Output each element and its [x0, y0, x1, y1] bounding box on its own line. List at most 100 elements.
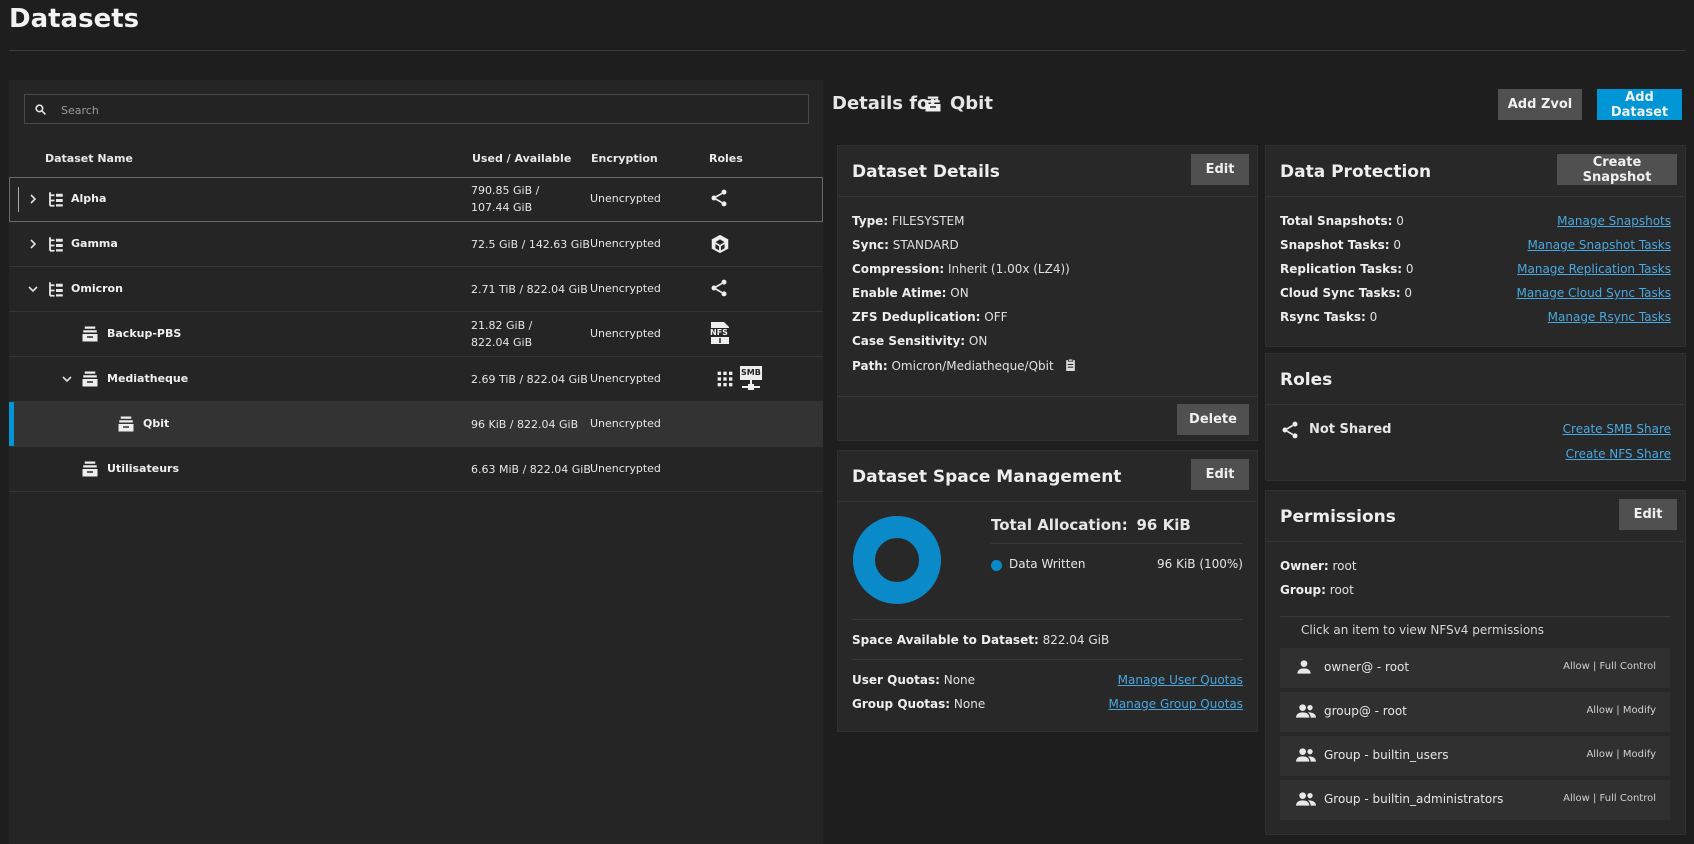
card-header: Dataset Details Edit	[838, 146, 1257, 197]
permission-value: Allow | Full Control	[1563, 661, 1656, 672]
total-allocation-value: 96 KiB	[1136, 516, 1191, 534]
pool-tree-icon	[49, 282, 63, 297]
group-icon	[1296, 704, 1316, 718]
dataset-encryption: Unencrypted	[590, 192, 661, 205]
table-row[interactable]: Mediatheque 2.69 TiB / 822.04 GiB Unencr…	[9, 357, 823, 402]
detail-path: Path: Omicron/Mediatheque/Qbit	[852, 358, 1077, 373]
table-row[interactable]: Backup-PBS 21.82 GiB /822.04 GiB Unencry…	[9, 312, 823, 357]
dataset-icon	[82, 326, 98, 342]
user-quotas: User Quotas: None	[852, 673, 976, 687]
divider	[852, 659, 1243, 660]
chevron-right-icon[interactable]	[25, 236, 41, 252]
dataset-used-available: 2.69 TiB / 822.04 GiB	[471, 373, 588, 386]
create-snapshot-button[interactable]: Create Snapshot	[1557, 154, 1677, 185]
nfs-label: NFS	[710, 328, 728, 337]
share-icon	[711, 189, 727, 207]
cloud-sync-tasks: Cloud Sync Tasks: 0	[1280, 286, 1413, 300]
create-smb-share-link[interactable]: Create SMB Share	[1563, 422, 1671, 436]
replication-tasks: Replication Tasks: 0	[1280, 262, 1414, 276]
share-icon	[711, 279, 727, 297]
donut-data-written	[853, 516, 941, 604]
legend-dot	[991, 560, 1002, 571]
divider	[838, 396, 1257, 397]
divider	[852, 619, 1243, 620]
add-zvol-button[interactable]: Add Zvol	[1498, 89, 1582, 120]
detail-type: Type: FILESYSTEM	[852, 214, 965, 228]
col-roles[interactable]: Roles	[709, 152, 743, 165]
dataset-icon	[82, 461, 98, 477]
rsync-tasks: Rsync Tasks: 0	[1280, 310, 1378, 324]
search-box[interactable]	[24, 94, 809, 125]
permission-item[interactable]: Group - builtin_users Allow | Modify	[1280, 736, 1670, 776]
card-header: Data Protection Create Snapshot	[1266, 146, 1685, 197]
table-row[interactable]: Alpha 790.85 GiB /107.44 GiB Unencrypted	[9, 177, 823, 222]
title-divider	[9, 50, 1685, 51]
space-available: Space Available to Dataset: 822.04 GiB	[852, 633, 1110, 647]
page-title: Datasets	[9, 4, 140, 34]
card-title: Permissions	[1280, 507, 1396, 527]
manage-group-quotas-link[interactable]: Manage Group Quotas	[1108, 697, 1243, 711]
dataset-rows: Alpha 790.85 GiB /107.44 GiB Unencrypted…	[9, 177, 823, 492]
create-nfs-share-link[interactable]: Create NFS Share	[1566, 447, 1671, 461]
manage-cloud-sync-tasks-link[interactable]: Manage Cloud Sync Tasks	[1517, 286, 1671, 300]
total-allocation-label: Total Allocation:	[991, 516, 1128, 534]
chevron-down-icon[interactable]	[25, 281, 41, 297]
dataset-encryption: Unencrypted	[590, 327, 661, 340]
table-row[interactable]: Qbit 96 KiB / 822.04 GiB Unencrypted	[9, 402, 823, 447]
card-title: Data Protection	[1280, 162, 1432, 182]
permission-item[interactable]: Group - builtin_administrators Allow | F…	[1280, 780, 1670, 820]
manage-user-quotas-link[interactable]: Manage User Quotas	[1118, 673, 1243, 687]
card-header: Permissions Edit	[1266, 491, 1685, 542]
manage-replication-tasks-link[interactable]: Manage Replication Tasks	[1517, 262, 1671, 276]
space-management-card: Dataset Space Management Edit Total Allo…	[837, 450, 1258, 732]
col-encryption[interactable]: Encryption	[591, 152, 658, 165]
dataset-used-available: 790.85 GiB /107.44 GiB	[471, 184, 540, 214]
group-icon	[1296, 748, 1316, 762]
data-protection-card: Data Protection Create Snapshot Total Sn…	[1265, 145, 1686, 347]
dataset-used-available: 6.63 MiB / 822.04 GiB	[471, 463, 591, 476]
delete-dataset-button[interactable]: Delete	[1177, 404, 1249, 435]
manage-snapshots-link[interactable]: Manage Snapshots	[1557, 214, 1671, 228]
table-row[interactable]: Gamma 72.5 GiB / 142.63 GiB Unencrypted	[9, 222, 823, 267]
card-header: Roles	[1266, 354, 1685, 405]
dataset-details-card: Dataset Details Edit Type: FILESYSTEM Sy…	[837, 145, 1258, 441]
share-status: Not Shared	[1309, 422, 1392, 437]
card-title: Roles	[1280, 370, 1333, 390]
edit-space-button[interactable]: Edit	[1191, 459, 1249, 490]
edit-details-button[interactable]: Edit	[1191, 154, 1249, 185]
dataset-encryption: Unencrypted	[590, 282, 661, 295]
permission-item[interactable]: group@ - root Allow | Modify	[1280, 692, 1670, 732]
nfs-share-icon: NFS	[709, 321, 731, 345]
dataset-icon	[925, 96, 941, 112]
pool-tree-icon	[49, 192, 63, 207]
search-input[interactable]	[59, 95, 803, 125]
dataset-name: Alpha	[71, 192, 107, 205]
pool-tree-icon	[49, 237, 63, 252]
clipboard-icon[interactable]	[1064, 358, 1077, 372]
divider	[991, 543, 1243, 544]
permission-name: Group - builtin_administrators	[1324, 792, 1504, 806]
col-used-available[interactable]: Used / Available	[472, 152, 571, 165]
details-dataset-name: Qbit	[950, 93, 993, 114]
dataset-icon	[82, 371, 98, 387]
card-title: Dataset Details	[852, 162, 1000, 182]
add-dataset-button[interactable]: Add Dataset	[1597, 89, 1682, 120]
detail-sync: Sync: STANDARD	[852, 238, 959, 252]
dataset-name: Qbit	[143, 417, 170, 430]
divider	[1280, 616, 1671, 617]
dataset-icon	[118, 416, 134, 432]
chevron-right-icon[interactable]	[25, 191, 41, 207]
manage-snapshot-tasks-link[interactable]: Manage Snapshot Tasks	[1527, 238, 1671, 252]
col-dataset-name[interactable]: Dataset Name	[45, 152, 133, 165]
permission-item[interactable]: owner@ - root Allow | Full Control	[1280, 648, 1670, 688]
manage-rsync-tasks-link[interactable]: Manage Rsync Tasks	[1548, 310, 1671, 324]
permission-value: Allow | Modify	[1586, 749, 1656, 760]
chevron-down-icon[interactable]	[59, 371, 75, 387]
group-icon	[1296, 792, 1316, 806]
apps-cube-icon	[711, 234, 729, 254]
detail-case-sensitivity: Case Sensitivity: ON	[852, 334, 988, 348]
table-row[interactable]: Utilisateurs 6.63 MiB / 822.04 GiB Unenc…	[9, 447, 823, 492]
table-row[interactable]: Omicron 2.71 TiB / 822.04 GiB Unencrypte…	[9, 267, 823, 312]
edit-permissions-button[interactable]: Edit	[1619, 499, 1677, 530]
permission-name: owner@ - root	[1324, 660, 1410, 674]
